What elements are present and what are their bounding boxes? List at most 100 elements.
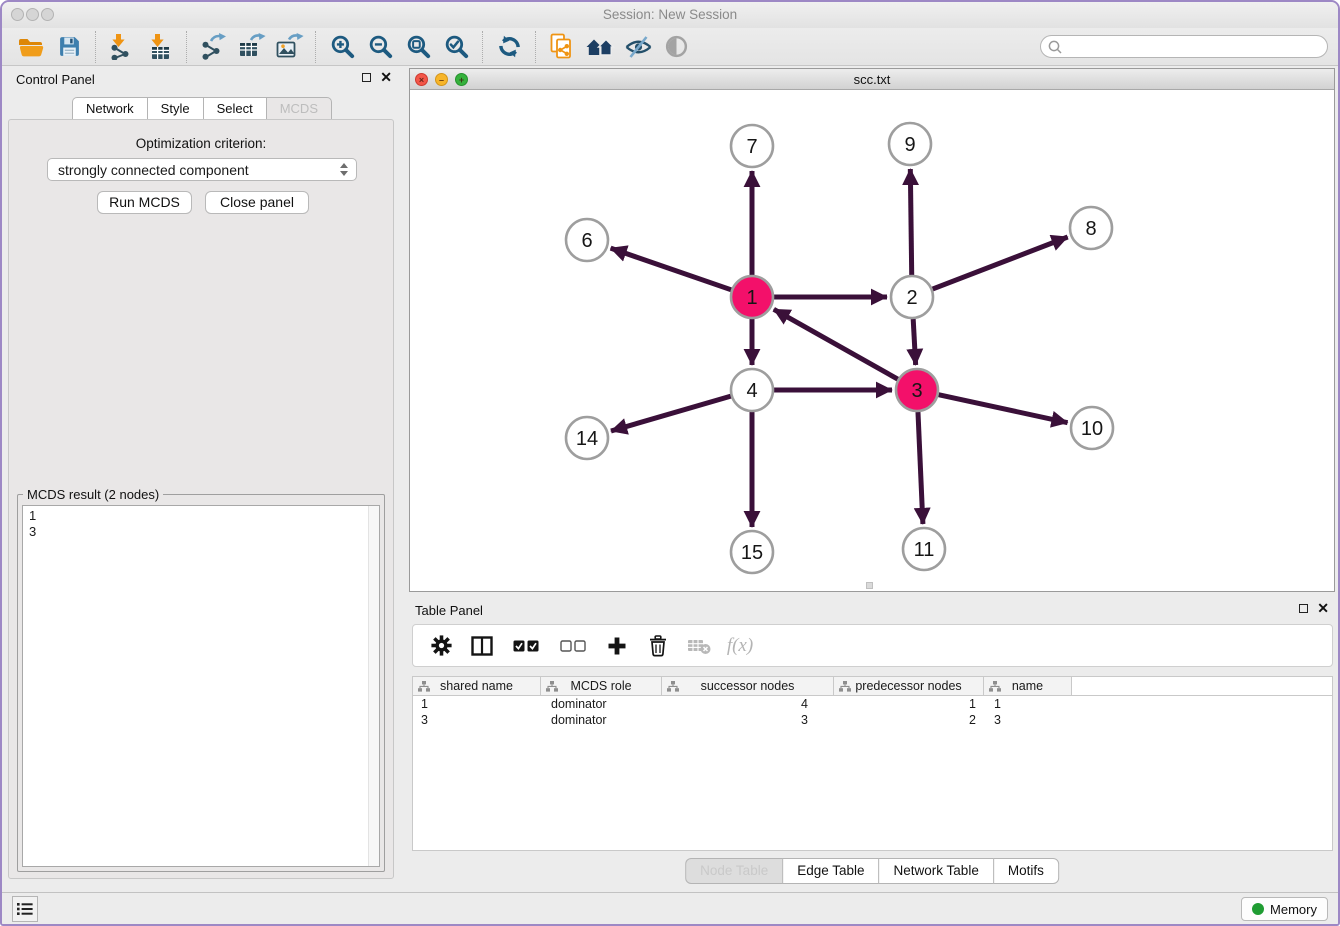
tab-select[interactable]: Select [203,97,266,121]
show-column-panel-button[interactable] [470,634,494,658]
refresh-view-button[interactable] [490,30,528,64]
float-panel-icon[interactable] [362,73,371,82]
graph-node-6[interactable]: 6 [566,219,608,261]
export-image-button[interactable] [270,30,308,64]
export-network-button[interactable] [194,30,232,64]
open-folder-icon [18,36,45,58]
import-table-button[interactable] [141,30,179,64]
duplicate-network-button[interactable] [543,30,581,64]
graph-edge-3-11[interactable] [918,412,923,524]
tab-mcds[interactable]: MCDS [266,97,332,121]
graph-node-1[interactable]: 1 [731,276,773,318]
table-cell[interactable]: 4 [662,696,834,712]
column-header-mcds-role[interactable]: MCDS role [541,677,662,695]
zoom-fit-button[interactable] [399,30,437,64]
splitter-handle[interactable] [866,582,873,589]
table-row[interactable]: 1dominator411 [413,696,1332,712]
graph-edge-4-14[interactable] [611,396,731,431]
close-panel-icon[interactable]: ✕ [380,72,392,83]
table-cell[interactable]: 1 [984,696,1072,712]
table-cell[interactable]: 1 [834,696,984,712]
table-cell[interactable]: 3 [984,712,1072,728]
graph-node-3[interactable]: 3 [896,369,938,411]
graph-edge-2-9[interactable] [910,169,911,275]
open-session-button[interactable] [12,30,50,64]
table-cell[interactable]: 1 [413,696,541,712]
close-panel-button[interactable]: Close panel [205,191,309,214]
graph-node-15[interactable]: 15 [731,531,773,573]
zoom-selected-icon [443,33,470,60]
graph-edge-2-3[interactable] [913,319,915,365]
graph-node-11[interactable]: 11 [903,528,945,570]
criterion-dropdown[interactable]: strongly connected component [47,158,357,181]
import-network-button[interactable] [103,30,141,64]
show-all-views-button[interactable] [581,30,619,64]
toolbar-separator [535,31,536,63]
unselect-all-columns-button[interactable] [558,634,588,658]
tab-network[interactable]: Network [72,97,147,121]
graph-edge-1-6[interactable] [611,248,732,290]
table-settings-button[interactable] [429,634,453,658]
graph-node-10[interactable]: 10 [1071,407,1113,449]
mcds-result-list[interactable]: 13 [22,505,380,867]
graph-node-4[interactable]: 4 [731,369,773,411]
delete-column-button[interactable] [646,634,670,658]
column-header-name[interactable]: name [984,677,1072,695]
mcds-result-box: MCDS result (2 nodes) 13 [17,494,385,872]
run-mcds-button[interactable]: Run MCDS [97,191,192,214]
trash-icon [648,635,668,657]
memory-button[interactable]: Memory [1241,897,1328,921]
svg-text:6: 6 [581,230,592,252]
hide-selected-button[interactable] [619,30,657,64]
add-column-button[interactable] [605,634,629,658]
save-session-button[interactable] [50,30,88,64]
table-cell[interactable]: 3 [413,712,541,728]
export-table-button[interactable] [232,30,270,64]
delete-table-button[interactable] [687,634,711,658]
graph-node-7[interactable]: 7 [731,125,773,167]
function-builder-button[interactable]: f(x) [728,634,752,658]
zoom-out-button[interactable] [361,30,399,64]
column-header-successor-nodes[interactable]: successor nodes [662,677,834,695]
result-lines: 13 [29,508,379,540]
graph-edge-3-1[interactable] [774,309,898,379]
graph-edge-3-10[interactable] [938,395,1067,423]
table-cell[interactable]: 2 [834,712,984,728]
memory-label: Memory [1270,902,1317,917]
network-canvas[interactable]: 1 2 3 4 6 7 8 9 10 11 14 15 [410,90,1334,590]
graph-node-2[interactable]: 2 [891,276,933,318]
select-all-columns-button[interactable] [511,634,541,658]
zoom-selected-button[interactable] [437,30,475,64]
table-row[interactable]: 3dominator323 [413,712,1332,728]
result-scrollbar[interactable] [368,506,379,866]
zoom-in-button[interactable] [323,30,361,64]
tab-style[interactable]: Style [147,97,203,121]
tab-motifs[interactable]: Motifs [993,858,1059,884]
column-header-predecessor-nodes[interactable]: predecessor nodes [834,677,984,695]
column-header-shared-name[interactable]: shared name [413,677,541,695]
export-network-icon [199,33,227,60]
tab-edge-table[interactable]: Edge Table [782,858,878,884]
table-cell[interactable]: 3 [662,712,834,728]
zoom-fit-icon [405,33,432,60]
graph-edge-2-8[interactable] [933,237,1068,289]
node-table: shared name MCDS role successor nodesprede… [412,676,1333,851]
column-label: MCDS role [570,679,631,693]
toolbar-separator [95,31,96,63]
table-cell[interactable]: dominator [541,712,662,728]
tab-node-table[interactable]: Node Table [685,858,782,884]
close-table-panel-icon[interactable]: ✕ [1317,603,1329,614]
tab-network-table[interactable]: Network Table [879,858,993,884]
search-input[interactable] [1040,35,1328,58]
dropdown-stepper-icon [340,163,348,176]
table-tabs: Node TableEdge TableNetwork TableMotifs [685,858,1059,884]
table-cell[interactable]: dominator [541,696,662,712]
graph-node-14[interactable]: 14 [566,417,608,459]
graph-node-8[interactable]: 8 [1070,207,1112,249]
task-history-button[interactable] [12,896,38,922]
graph-node-9[interactable]: 9 [889,123,931,165]
show-hidden-button[interactable] [657,30,695,64]
control-panel-title: Control Panel [16,72,95,87]
float-table-panel-icon[interactable] [1299,604,1308,613]
svg-text:1: 1 [746,287,757,309]
